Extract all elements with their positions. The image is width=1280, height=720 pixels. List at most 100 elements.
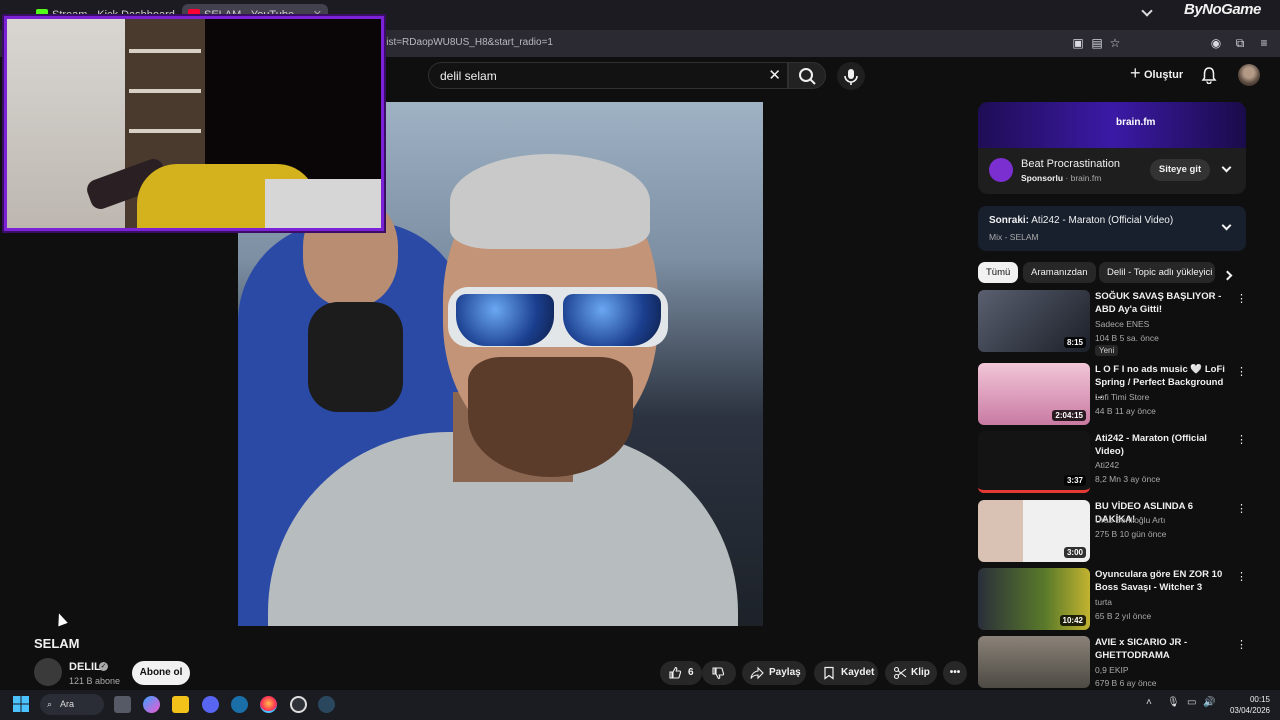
discord-icon[interactable] — [202, 696, 219, 713]
windows-start-icon[interactable] — [12, 695, 30, 713]
account-icon[interactable]: ◉ — [1209, 36, 1223, 50]
video-thumbnail[interactable]: 8:15 — [978, 290, 1090, 352]
channel-name[interactable]: Uras Benlioğlu Artı — [1095, 515, 1165, 525]
taskbar-search[interactable]: ⌕ Ara — [40, 694, 104, 715]
up-next-prefix: Sonraki: — [989, 215, 1030, 226]
channel-name[interactable]: Sadece ENES — [1095, 319, 1149, 329]
more-vertical-icon[interactable]: ⋮ — [1236, 365, 1247, 378]
system-clock[interactable]: 00:15 03/04/2026 — [1218, 694, 1270, 716]
save-button[interactable]: Kaydet — [814, 661, 878, 685]
chevron-down-icon[interactable] — [1221, 162, 1232, 173]
chevron-right-icon[interactable] — [1222, 270, 1233, 281]
recommendation-item[interactable]: 2:04:15 L O F I no ads music 🤍 LoFi Spri… — [978, 363, 1248, 425]
chip-from-search[interactable]: Aramanızdan — [1023, 262, 1096, 283]
channel-name[interactable]: turta — [1095, 597, 1112, 607]
picture-in-picture-icon[interactable]: ▣ — [1071, 36, 1085, 50]
search-icon: ⌕ — [47, 699, 53, 709]
chip-topic-uploader[interactable]: Delil - Topic adlı yükleyici — [1099, 262, 1215, 283]
video-title[interactable]: Oyunculara göre EN ZOR 10 Boss Savaşı - … — [1095, 568, 1233, 594]
video-thumbnail[interactable]: 2:04:15 — [978, 363, 1090, 425]
video-title[interactable]: SOĞUK SAVAŞ BAŞLIYOR - ABD Ay'a Gitti! — [1095, 290, 1233, 316]
like-button[interactable]: 6 — [660, 661, 702, 685]
video-meta: 8,2 Mn 3 ay önce — [1095, 474, 1161, 484]
volume-icon[interactable]: 🔊 — [1203, 697, 1215, 708]
video-duration: 3:00 — [1063, 547, 1086, 558]
microphone-tray-icon[interactable]: 🎙 — [1167, 697, 1180, 708]
video-meta: 679 B 6 ay önce — [1095, 678, 1157, 688]
more-vertical-icon[interactable]: ⋮ — [1236, 433, 1247, 446]
channel-name[interactable]: Lofi Timi Store — [1095, 392, 1149, 402]
webcam-radiator — [265, 179, 381, 228]
menu-icon[interactable]: ≡ — [1257, 36, 1271, 50]
video-peace-sign-hand — [308, 302, 403, 412]
thumbs-down-icon — [712, 667, 725, 680]
chevron-down-icon[interactable] — [1221, 220, 1232, 231]
video-title[interactable]: Ati242 - Maraton (Official Video) — [1095, 432, 1233, 458]
more-actions-button[interactable]: ••• — [943, 661, 967, 685]
bookmark-icon — [824, 666, 834, 680]
search-button[interactable] — [788, 62, 826, 89]
network-icon[interactable]: ▭ — [1187, 697, 1196, 708]
recommendation-item[interactable]: 3:37 Ati242 - Maraton (Official Video) A… — [978, 431, 1248, 493]
more-vertical-icon[interactable]: ⋮ — [1236, 638, 1247, 651]
video-thumbnail[interactable]: 3:00 — [978, 500, 1090, 562]
notifications-bell-icon[interactable] — [1200, 66, 1218, 84]
share-button[interactable]: Paylaş — [742, 661, 806, 685]
recommendation-item[interactable]: AVIE x SICARIO JR - GHETTODRAMA 0,9 EKIP… — [978, 636, 1248, 688]
voice-search-button[interactable] — [837, 62, 865, 90]
obs-icon[interactable] — [290, 696, 307, 713]
ad-brand-logo: brain.fm — [1116, 117, 1156, 128]
dislike-button[interactable] — [702, 661, 736, 685]
windows-taskbar — [0, 690, 1280, 720]
sponsored-ad-card[interactable]: brain.fm Beat Procrastination Sponsorlu … — [978, 102, 1246, 194]
tab-list-chevron-icon[interactable] — [1141, 5, 1153, 17]
ad-banner-image: brain.fm — [978, 102, 1246, 148]
clip-label: Klip — [911, 667, 930, 678]
channel-avatar[interactable] — [34, 658, 62, 686]
copilot-icon[interactable] — [143, 696, 160, 713]
create-button[interactable]: Oluştur — [1130, 63, 1183, 85]
video-thumbnail[interactable]: 3:37 — [978, 431, 1090, 493]
video-meta: 275 B 10 gün önce — [1095, 529, 1167, 539]
recommendation-item[interactable]: 3:00 BU VİDEO ASLINDA 6 DAKİKA! Uras Ben… — [978, 500, 1248, 562]
steam-icon[interactable] — [318, 696, 335, 713]
clip-button[interactable]: Klip — [885, 661, 937, 685]
more-vertical-icon[interactable]: ⋮ — [1236, 292, 1247, 305]
tray-chevron-icon[interactable]: ˄ — [1146, 697, 1152, 708]
reader-view-icon[interactable]: ▤ — [1090, 36, 1104, 50]
channel-name[interactable]: Ati242 — [1095, 460, 1119, 470]
video-thumbnail[interactable]: 10:42 — [978, 568, 1090, 630]
recommendation-item[interactable]: 8:15 SOĞUK SAVAŞ BAŞLIYOR - ABD Ay'a Git… — [978, 290, 1248, 356]
visit-site-button[interactable]: Siteye git — [1150, 159, 1210, 181]
mouse-cursor-icon — [54, 611, 68, 627]
channel-name[interactable]: DELIL — [69, 661, 101, 673]
bookmark-star-icon[interactable]: ☆ — [1108, 36, 1122, 50]
share-label: Paylaş — [769, 667, 801, 678]
video-duration: 10:42 — [1059, 615, 1086, 626]
video-meta: 44 B 11 ay önce — [1095, 406, 1156, 416]
video-thumbnail[interactable] — [978, 636, 1090, 688]
chip-all[interactable]: Tümü — [978, 262, 1019, 283]
user-avatar[interactable] — [1238, 64, 1260, 86]
steam-icon[interactable] — [231, 696, 248, 713]
extensions-icon[interactable]: ⧉ — [1233, 36, 1247, 50]
up-next-card[interactable]: Sonraki: Ati242 - Maraton (Official Vide… — [978, 206, 1246, 251]
subscribe-button[interactable]: Abone ol — [132, 661, 190, 685]
ad-sponsor-line: Sponsorlu · brain.fm — [1021, 173, 1102, 183]
url-field[interactable]: list=RDaopWU8US_H8&start_radio=1 — [384, 37, 553, 48]
recommendation-item[interactable]: 10:42 Oyunculara göre EN ZOR 10 Boss Sav… — [978, 568, 1248, 630]
more-vertical-icon[interactable]: ⋮ — [1236, 570, 1247, 583]
more-vertical-icon[interactable]: ⋮ — [1236, 502, 1247, 515]
task-view-icon[interactable] — [114, 696, 131, 713]
microphone-icon — [844, 69, 858, 85]
search-input[interactable]: delil selam — [440, 69, 497, 83]
ad-title: Beat Procrastination — [1021, 158, 1121, 170]
channel-name[interactable]: 0,9 EKIP — [1095, 665, 1129, 675]
search-box[interactable]: delil selam ✕ — [428, 62, 788, 89]
file-explorer-icon[interactable] — [172, 696, 189, 713]
firefox-icon[interactable] — [260, 696, 277, 713]
video-hair — [450, 154, 650, 249]
clear-search-icon[interactable]: ✕ — [768, 66, 781, 84]
video-duration: 2:04:15 — [1052, 410, 1086, 421]
video-title[interactable]: AVIE x SICARIO JR - GHETTODRAMA — [1095, 636, 1233, 662]
